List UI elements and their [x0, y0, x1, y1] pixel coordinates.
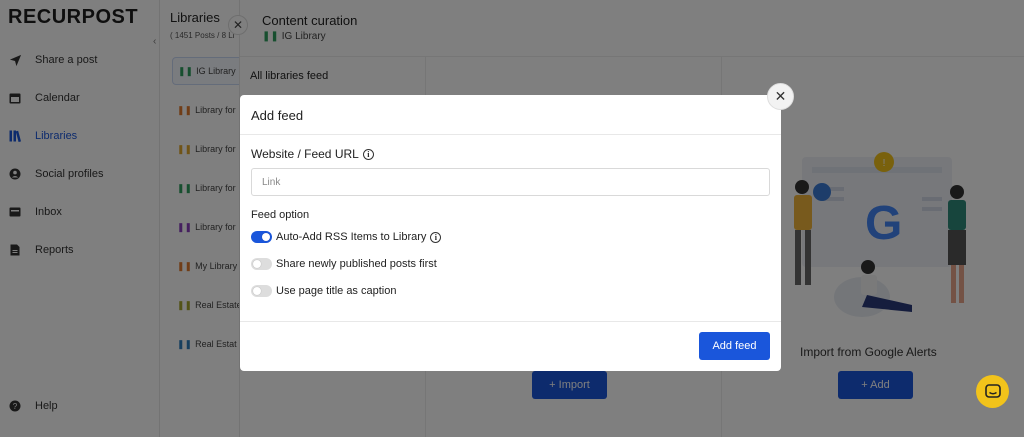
share-newly-published-toggle[interactable] [251, 258, 272, 270]
info-icon[interactable]: i [430, 231, 442, 243]
option-label: Use page title as caption [276, 285, 397, 297]
page-title-caption-option[interactable]: Use page title as caption [251, 285, 396, 297]
modal-header: Add feed [240, 95, 781, 135]
auto-add-rss-toggle[interactable] [251, 231, 272, 243]
info-icon[interactable]: i [362, 148, 374, 160]
add-feed-button[interactable]: Add feed [699, 332, 770, 360]
share-newly-published-option[interactable]: Share newly published posts first [251, 258, 437, 270]
add-feed-modal: Add feed Website / Feed URL i Feed optio… [240, 95, 781, 371]
option-label: Share newly published posts first [276, 258, 437, 270]
close-modal-icon[interactable]: ✕ [767, 83, 794, 110]
feed-url-label-text: Website / Feed URL [251, 147, 359, 161]
feed-option-title: Feed option [251, 209, 310, 221]
option-label: Auto-Add RSS Items to Library [276, 231, 427, 243]
feed-url-label: Website / Feed URL i [251, 147, 374, 161]
feed-url-input[interactable] [251, 168, 770, 196]
auto-add-rss-option[interactable]: Auto-Add RSS Items to Library i [251, 231, 442, 243]
chat-widget-icon[interactable] [976, 375, 1009, 408]
modal-title: Add feed [251, 108, 304, 123]
page-title-caption-toggle[interactable] [251, 285, 272, 297]
